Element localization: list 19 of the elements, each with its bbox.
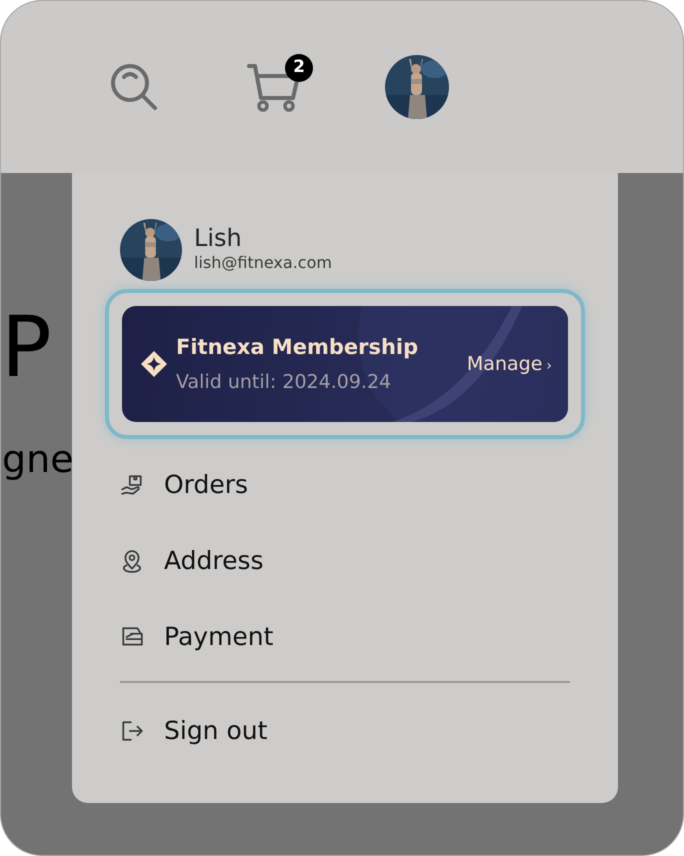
box-hand-icon: [120, 473, 144, 497]
menu-item[interactable]: Address: [120, 523, 570, 599]
membership-title: Fitnexa Membership: [176, 334, 418, 361]
user-name: Lish: [194, 224, 243, 252]
search-button[interactable]: [109, 62, 159, 112]
menu-item[interactable]: Orders: [120, 447, 570, 523]
location-pin-icon: [120, 549, 144, 573]
validity-text: Valid until: 2024.09.24: [176, 370, 392, 394]
membership-card[interactable]: Fitnexa Membership Valid until: 2024.09.24 Manage ›: [122, 306, 568, 422]
star-badge-icon: [140, 350, 168, 378]
sign-out-item[interactable]: Sign out: [120, 693, 570, 769]
manage-link[interactable]: Manage ›: [466, 350, 552, 378]
cart-count-badge: 2: [285, 54, 313, 82]
menu-item[interactable]: Payment: [120, 599, 570, 675]
search-icon: [109, 62, 159, 112]
page-heading: P: [1, 305, 52, 389]
page-subheading: gne: [2, 436, 74, 483]
user-email: lish@fitnexa.com: [194, 252, 332, 274]
sign-out-icon: [120, 719, 144, 743]
